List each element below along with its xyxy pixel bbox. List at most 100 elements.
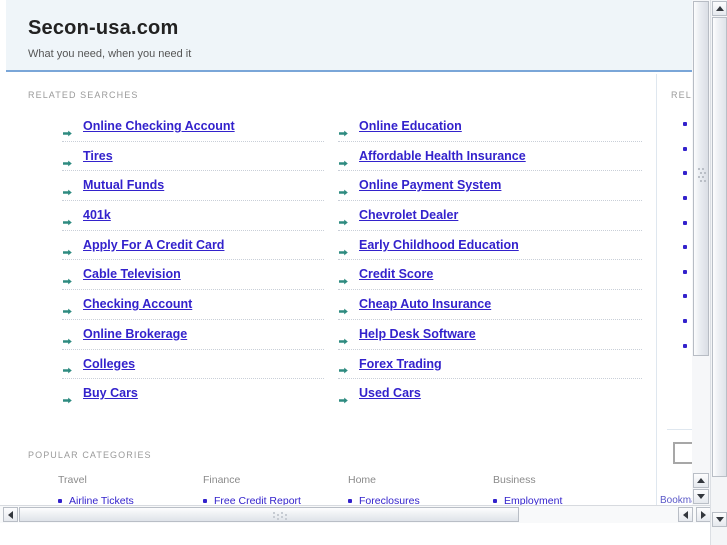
list-item[interactable]: Cheap Auto Insurance <box>338 290 642 320</box>
list-item[interactable]: Credit Score <box>338 260 642 291</box>
header-inner: Secon-usa.com What you need, when you ne… <box>6 0 700 61</box>
related-search-link[interactable]: Online Education <box>359 112 462 141</box>
frame-scroll-up-button[interactable] <box>693 473 709 488</box>
arrow-right-icon <box>338 180 349 196</box>
list-item[interactable]: Online Checking Account <box>62 112 324 142</box>
related-search-link[interactable]: Forex Trading <box>359 350 442 379</box>
related-search-link[interactable]: Chevrolet Dealer <box>359 201 458 230</box>
popular-categories-label: POPULAR CATEGORIES <box>28 450 152 460</box>
arrow-right-icon <box>338 388 349 404</box>
scrollbar-grip-icon <box>698 168 706 182</box>
triangle-up-icon <box>697 478 705 483</box>
list-item[interactable]: Buy Cars <box>62 379 324 408</box>
frame-scroll-down-button[interactable] <box>693 489 709 504</box>
scroll-right-button[interactable] <box>696 507 710 522</box>
arrow-right-icon <box>338 121 349 137</box>
triangle-right-icon <box>701 510 706 519</box>
related-search-link[interactable]: Early Childhood Education <box>359 231 519 260</box>
arrow-right-icon <box>338 210 349 226</box>
bullet-dot-icon <box>683 319 687 324</box>
arrow-right-icon <box>338 358 349 374</box>
arrow-right-icon <box>338 329 349 345</box>
page-title: Secon-usa.com <box>28 17 179 39</box>
list-item[interactable]: Online Payment System <box>338 171 642 202</box>
list-item[interactable]: Forex Trading <box>338 350 642 380</box>
related-search-link[interactable]: Affordable Health Insurance <box>359 142 526 171</box>
related-search-link[interactable]: Online Brokerage <box>83 320 187 349</box>
triangle-down-icon <box>715 517 724 522</box>
horizontal-scrollbar-thumb[interactable] <box>19 507 519 522</box>
arrow-right-icon <box>62 240 73 255</box>
bullet-dot-icon <box>683 146 687 151</box>
arrow-right-icon <box>62 329 73 345</box>
bullet-dot-icon <box>683 245 687 250</box>
arrow-right-icon <box>62 299 73 315</box>
list-item[interactable]: Cable Television <box>62 260 324 291</box>
triangle-up-icon <box>715 6 724 11</box>
arrow-right-icon <box>338 151 349 166</box>
list-item[interactable]: Chevrolet Dealer <box>338 201 642 231</box>
related-search-link[interactable]: Used Cars <box>359 379 421 408</box>
related-search-link[interactable]: Credit Score <box>359 260 433 289</box>
related-searches-right-column: Online Education Affordable Health Insur… <box>324 112 642 408</box>
related-searches-label: RELATED SEARCHES <box>28 90 139 100</box>
triangle-left-icon <box>683 510 688 519</box>
related-search-link[interactable]: Cable Television <box>83 260 181 289</box>
main-column: RELATED SEARCHES Online Checking Account <box>6 74 654 523</box>
related-search-link[interactable]: Cheap Auto Insurance <box>359 290 491 319</box>
list-item[interactable]: Apply For A Credit Card <box>62 231 324 261</box>
category-title: Finance <box>203 474 241 486</box>
related-search-link[interactable]: Help Desk Software <box>359 320 476 349</box>
bullet-dot-icon <box>683 269 687 274</box>
arrow-right-icon <box>62 388 73 404</box>
related-search-link[interactable]: Online Checking Account <box>83 112 235 141</box>
page-vertical-scrollbar-thumb[interactable] <box>712 17 727 477</box>
arrow-right-icon <box>62 358 73 374</box>
list-item[interactable]: Used Cars <box>338 379 642 408</box>
horizontal-scrollbar[interactable] <box>0 505 710 523</box>
bullet-dot-icon <box>683 196 687 201</box>
arrow-right-icon <box>62 269 73 285</box>
frame-vertical-scrollbar-thumb[interactable] <box>693 1 709 356</box>
bullet-dot-icon <box>683 343 687 348</box>
list-item[interactable]: 401k <box>62 201 324 231</box>
related-search-link[interactable]: Checking Account <box>83 290 192 319</box>
related-search-link[interactable]: Colleges <box>83 350 135 379</box>
list-item[interactable]: Checking Account <box>62 290 324 320</box>
page-tagline: What you need, when you need it <box>28 48 192 60</box>
page-scroll-down-button[interactable] <box>712 512 727 527</box>
page-header: Secon-usa.com What you need, when you ne… <box>6 0 700 72</box>
related-search-link[interactable]: Online Payment System <box>359 171 501 200</box>
scroll-left-button[interactable] <box>3 507 18 522</box>
list-item[interactable]: Mutual Funds <box>62 171 324 202</box>
list-item[interactable]: Tires <box>62 142 324 172</box>
related-search-link[interactable]: 401k <box>83 201 111 230</box>
bullet-dot-icon <box>493 499 497 504</box>
list-item[interactable]: Online Brokerage <box>62 320 324 350</box>
bullet-dot-icon <box>58 499 62 504</box>
bullet-dot-icon <box>683 294 687 299</box>
page-content: RELATED SEARCHES Online Checking Account <box>6 74 700 523</box>
related-search-link[interactable]: Mutual Funds <box>83 171 164 200</box>
related-search-link[interactable]: Apply For A Credit Card <box>83 231 224 260</box>
related-search-link[interactable]: Buy Cars <box>83 379 138 408</box>
page-scroll-up-button[interactable] <box>712 1 727 16</box>
triangle-left-icon <box>8 510 13 519</box>
list-item[interactable]: Colleges <box>62 350 324 380</box>
list-item[interactable]: Early Childhood Education <box>338 231 642 261</box>
frame-vertical-scrollbar[interactable] <box>692 0 710 523</box>
related-searches-lists: Online Checking Account Tires Mutual Fun… <box>6 112 654 408</box>
related-search-link[interactable]: Tires <box>83 142 113 171</box>
scrollbar-grip-icon <box>273 512 287 520</box>
arrow-right-icon <box>62 180 73 196</box>
bullet-dot-icon <box>203 499 207 504</box>
scroll-left-button-secondary[interactable] <box>678 507 693 522</box>
page-vertical-scrollbar[interactable] <box>710 0 727 545</box>
list-item[interactable]: Help Desk Software <box>338 320 642 350</box>
list-item[interactable]: Online Education <box>338 112 642 142</box>
arrow-right-icon <box>62 151 73 166</box>
bullet-dot-icon <box>683 122 687 127</box>
list-item[interactable]: Affordable Health Insurance <box>338 142 642 172</box>
browser-viewport: Secon-usa.com What you need, when you ne… <box>0 0 710 523</box>
category-title: Business <box>493 474 536 486</box>
